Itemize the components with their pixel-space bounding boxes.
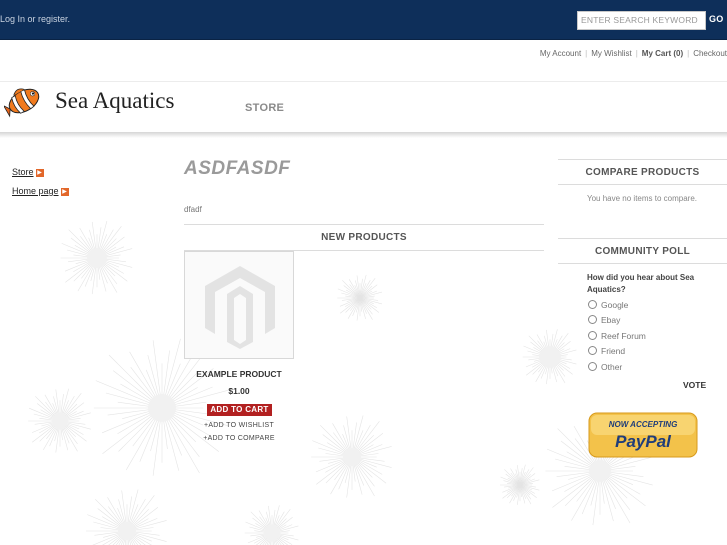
add-to-compare-link[interactable]: +ADD TO COMPARE <box>184 435 294 442</box>
clownfish-logo-icon[interactable] <box>4 83 44 119</box>
poll-option-label: Friend <box>601 346 626 356</box>
separator: | <box>687 49 690 58</box>
product-name[interactable]: EXAMPLE PRODUCT <box>184 369 294 379</box>
left-nav-label: Store <box>12 167 34 177</box>
top-bar: Log In or register. ENTER SEARCH KEYWORD… <box>0 0 727 40</box>
radio-button[interactable] <box>588 331 597 341</box>
compare-products-title: COMPARE PRODUCTS <box>585 167 700 178</box>
login-register-link[interactable]: Log In or register. <box>0 14 70 24</box>
poll-option-other[interactable]: Other <box>588 362 622 372</box>
search-input[interactable]: ENTER SEARCH KEYWORD <box>577 11 706 30</box>
left-nav-label: Home page <box>12 186 59 196</box>
radio-button[interactable] <box>588 362 597 372</box>
compare-empty-text: You have no items to compare. <box>587 194 697 203</box>
header-shadow <box>0 132 727 138</box>
poll-option-label: Google <box>601 300 629 310</box>
magento-placeholder-icon <box>205 266 275 349</box>
left-nav-home-page[interactable]: Home page ▶ <box>12 186 69 196</box>
separator: | <box>585 49 588 58</box>
left-nav-store[interactable]: Store ▶ <box>12 167 44 177</box>
divider <box>558 184 727 185</box>
site-logo-text[interactable]: Sea Aquatics <box>55 88 174 114</box>
poll-option-label: Other <box>601 362 623 372</box>
poll-option-ebay[interactable]: Ebay <box>588 315 620 325</box>
my-wishlist-link[interactable]: My Wishlist <box>591 49 631 58</box>
my-account-link[interactable]: My Account <box>540 49 581 58</box>
my-cart-link[interactable]: My Cart (0) <box>642 49 683 58</box>
paypal-line1: NOW ACCEPTING <box>609 420 678 429</box>
divider <box>558 238 727 239</box>
category-description: dfadf <box>184 205 202 214</box>
poll-option-google[interactable]: Google <box>588 300 628 310</box>
page-title: ASDFASDF <box>184 158 291 179</box>
new-products-heading: NEW PRODUCTS <box>321 232 407 243</box>
poll-option-label: Reef Forum <box>601 331 646 341</box>
divider <box>558 159 727 160</box>
search-go-button[interactable]: GO <box>709 14 724 24</box>
arrow-right-icon: ▶ <box>60 187 69 196</box>
community-poll-title: COMMUNITY POLL <box>594 246 691 257</box>
poll-option-reef-forum[interactable]: Reef Forum <box>588 331 646 341</box>
poll-option-friend[interactable]: Friend <box>588 346 625 356</box>
divider <box>558 263 727 264</box>
poll-option-label: Ebay <box>601 315 621 325</box>
nav-store[interactable]: STORE <box>245 102 284 114</box>
paypal-line2: PayPal <box>615 432 672 451</box>
poll-question: How did you hear about Sea Aquatics? <box>587 273 695 294</box>
product-price: $1.00 <box>228 386 250 396</box>
product-image[interactable] <box>184 251 294 359</box>
radio-button[interactable] <box>588 300 597 310</box>
add-to-cart-button[interactable]: ADD TO CART <box>207 404 272 416</box>
paypal-badge[interactable]: NOW ACCEPTING PayPal <box>588 412 698 458</box>
add-to-wishlist-link[interactable]: +ADD TO WISHLIST <box>184 422 294 429</box>
account-links: My Account | My Wishlist | My Cart (0) | Check… <box>540 49 727 58</box>
arrow-right-icon: ▶ <box>35 168 44 177</box>
divider <box>184 224 544 225</box>
checkout-link[interactable]: Checkout <box>693 49 727 58</box>
radio-button[interactable] <box>588 346 597 356</box>
radio-button[interactable] <box>588 315 597 325</box>
separator: | <box>635 49 638 58</box>
vote-button[interactable]: VOTE <box>683 380 706 390</box>
